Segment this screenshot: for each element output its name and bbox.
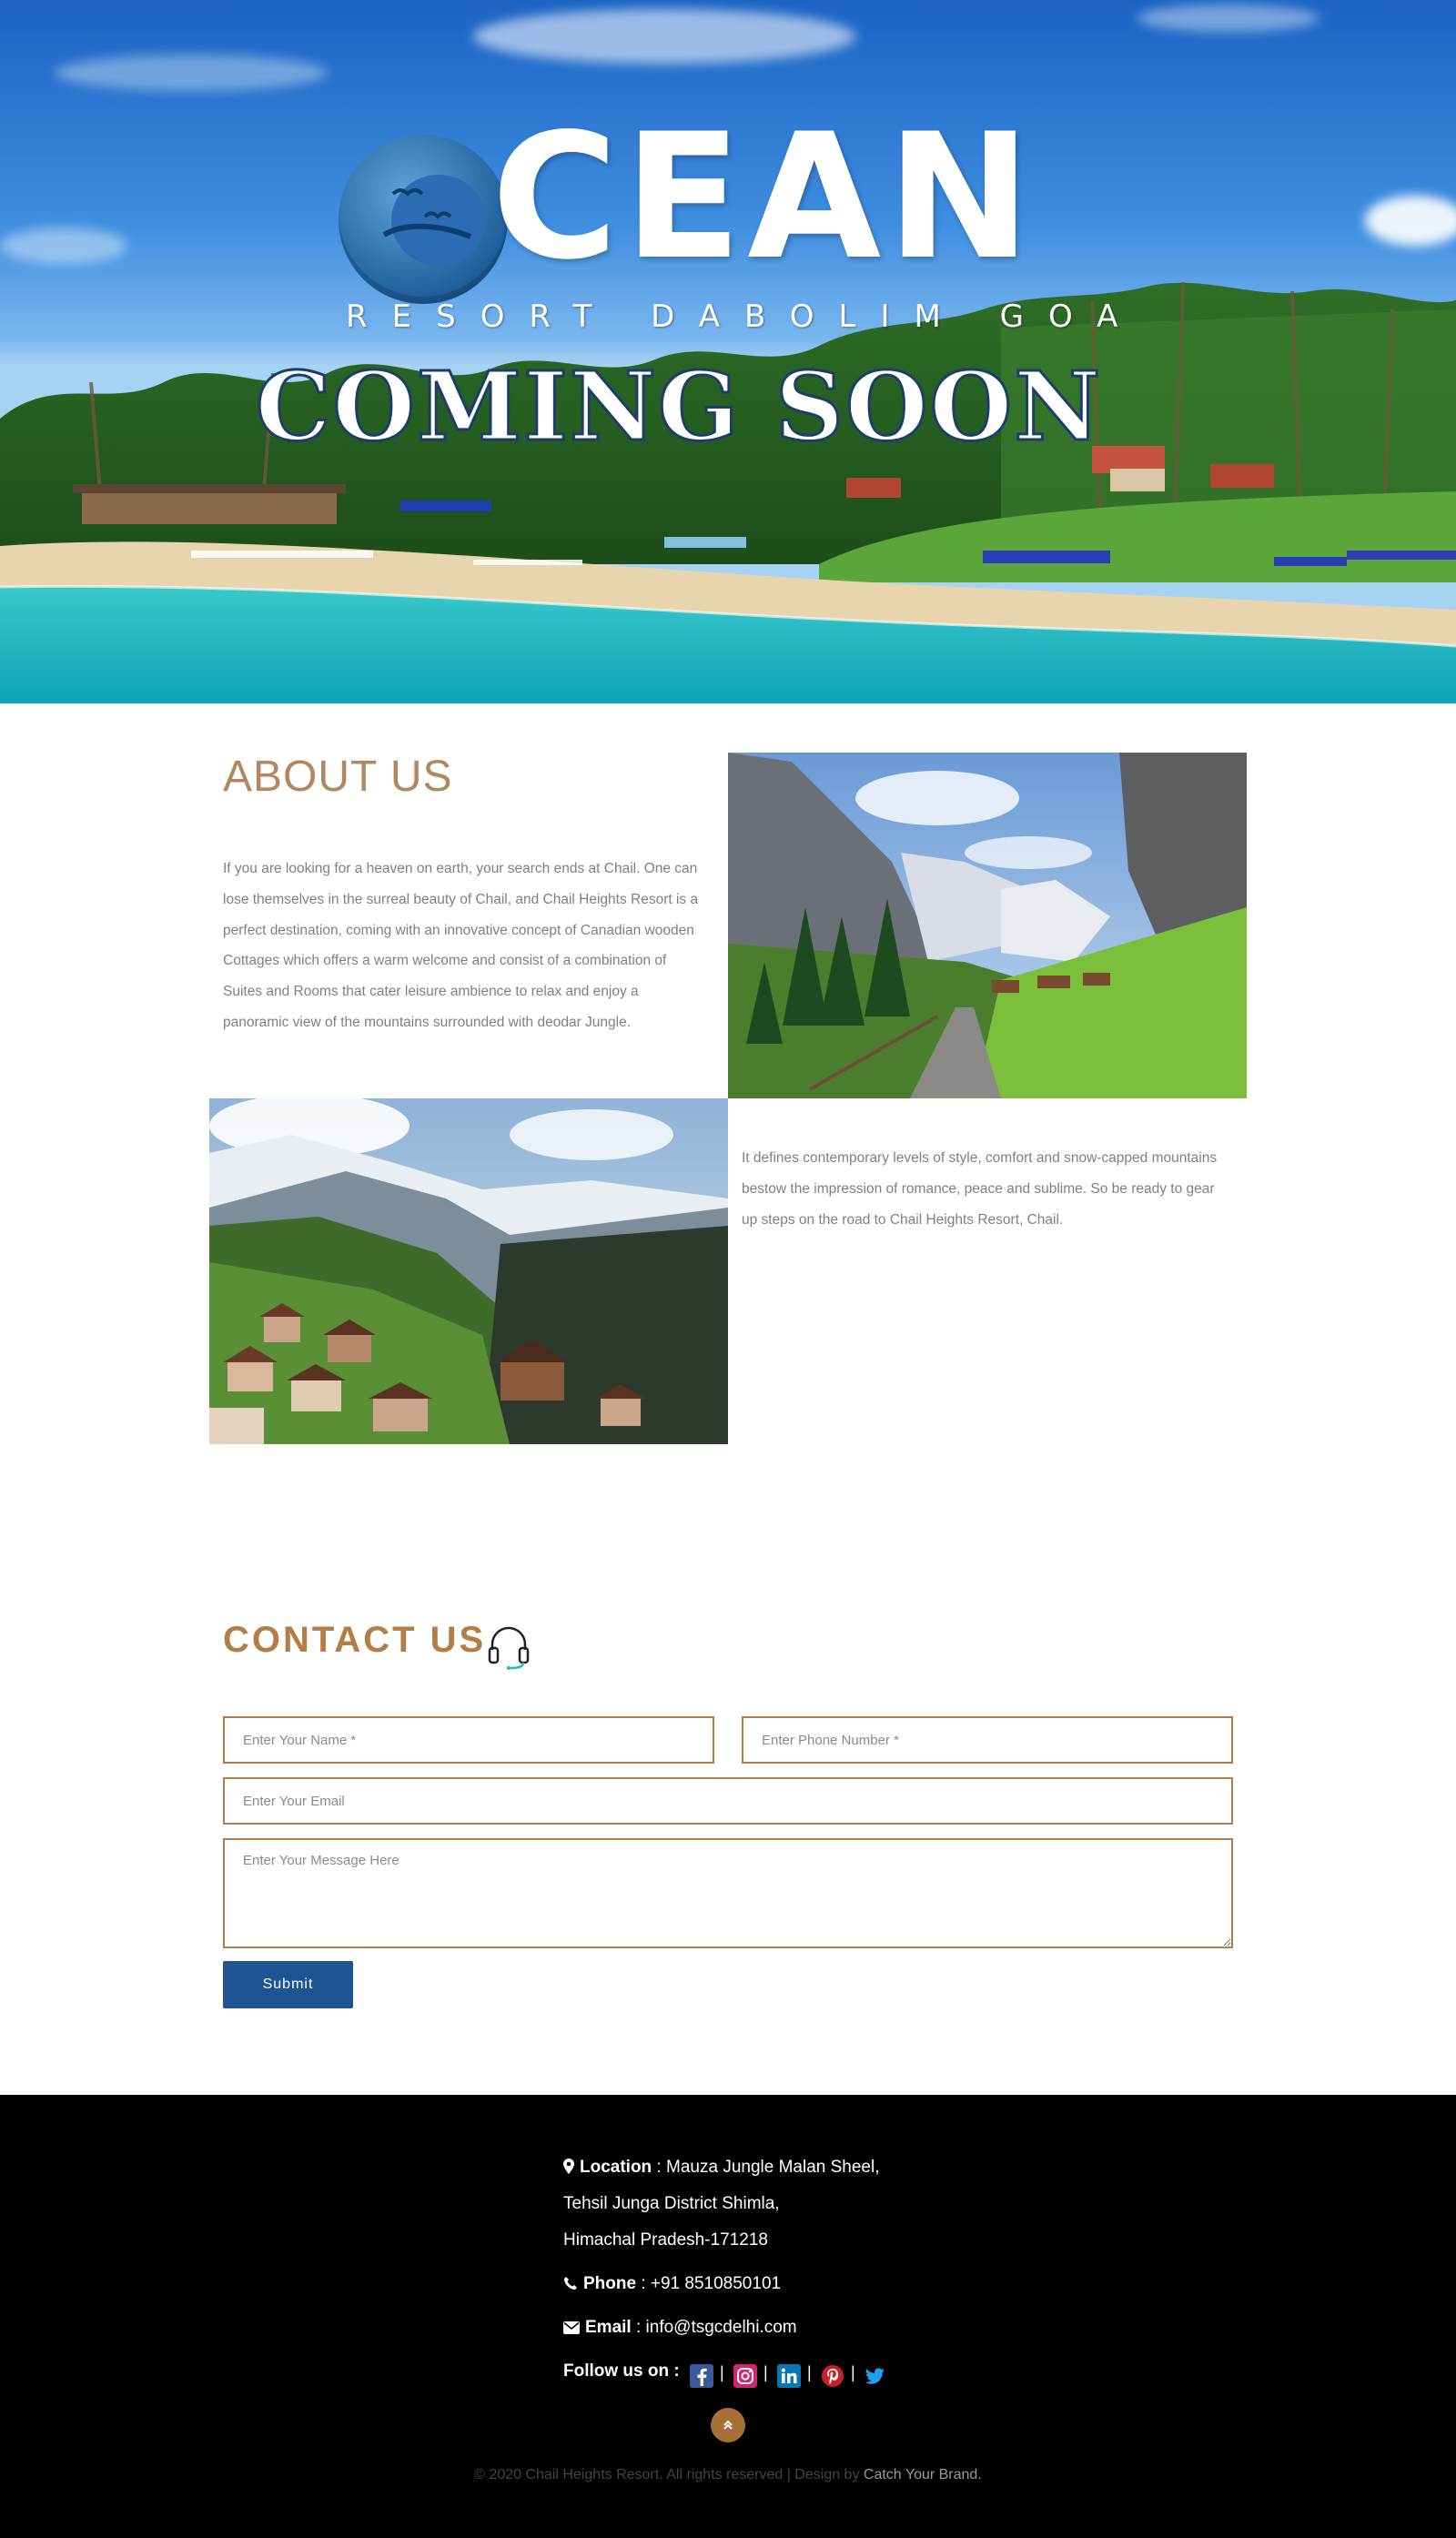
submit-button[interactable]: Submit [223,1961,353,2008]
valley-road-image [728,753,1247,1098]
cloud [473,9,855,64]
about-paragraph-1: If you are looking for a heaven on earth… [223,861,699,1030]
email-input[interactable] [223,1777,1233,1825]
phone-input[interactable] [742,1716,1233,1764]
copyright-text: © 2020 Chail Heights Resort. All rights … [474,2467,864,2482]
phone-icon [564,2277,577,2290]
hero-banner: CEAN RESORT DABOLIM GOA COMING SOON [0,0,1456,703]
follow-us-label: Follow us on : [563,2361,680,2381]
cloud [1365,196,1456,246]
logo-wordmark: CEAN [491,96,1037,298]
logo-globe-icon [339,135,508,304]
linkedin-icon[interactable] [777,2364,801,2388]
resort-logo: CEAN RESORT DABOLIM GOA [339,111,1143,346]
cloud [0,228,127,264]
social-separator: | [851,2363,855,2381]
about-paragraph-2: It defines contemporary levels of style,… [742,1150,1218,1228]
location-address-3: Himachal Pradesh-171218 [563,2230,768,2250]
pinterest-icon[interactable] [821,2364,844,2388]
coming-soon-headline: COMING SOON [254,350,1103,462]
location-address-2: Tehsil Junga District Shimla, [563,2194,780,2213]
message-textarea[interactable] [223,1838,1233,1948]
map-marker-icon [563,2159,574,2174]
facebook-icon[interactable] [690,2364,713,2388]
social-separator: | [763,2363,768,2381]
footer-phone-line: Phone : +91 8510850101 [563,2274,781,2294]
designer-link[interactable]: Catch Your Brand. [864,2467,982,2482]
location-address-1: : Mauza Jungle Malan Sheel, [652,2158,880,2177]
about-title: ABOUT US [223,753,453,801]
bird-icon [382,188,472,239]
phone-label: Phone [583,2274,637,2293]
contact-title: CONTACT US [223,1620,487,1660]
cloud [55,55,328,91]
copyright-notice: © 2020 Chail Heights Resort. All rights … [0,2467,1456,2483]
email-address[interactable]: : info@tsgcdelhi.com [632,2318,797,2337]
cloud [1138,5,1320,32]
location-label: Location [580,2158,652,2177]
phone-number[interactable]: : +91 8510850101 [636,2274,781,2293]
logo-tagline: RESORT DABOLIM GOA [346,298,1143,335]
envelope-icon [563,2321,580,2334]
email-label: Email [585,2318,632,2337]
footer-location-line-1: Location : Mauza Jungle Malan Sheel, [563,2158,879,2178]
social-separator: | [807,2363,812,2381]
social-separator: | [720,2363,724,2381]
mountain-village-image [209,1098,728,1444]
headset-icon [488,1626,530,1670]
back-to-top-button[interactable] [711,2408,745,2442]
double-chevron-up-icon [723,2420,733,2430]
footer-email-line: Email : info@tsgcdelhi.com [563,2318,797,2338]
instagram-icon[interactable] [733,2364,757,2388]
name-input[interactable] [223,1716,714,1764]
twitter-icon[interactable] [863,2364,886,2388]
